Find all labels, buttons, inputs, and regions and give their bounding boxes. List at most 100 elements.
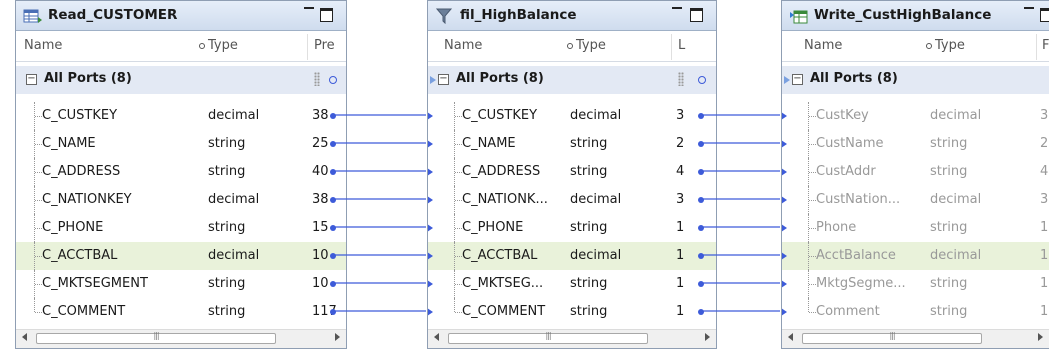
port-row[interactable]: CustKey decimal 3 [782,102,1049,130]
input-port-arrow-icon[interactable] [782,140,787,148]
minimize-button[interactable] [1024,7,1034,10]
maximize-button[interactable] [690,8,703,22]
output-port-dot-icon[interactable] [698,309,704,315]
scroll-left-icon[interactable] [22,333,27,341]
input-port-arrow-icon[interactable] [428,140,433,148]
input-port-arrow-icon[interactable] [428,308,433,316]
port-row[interactable]: CustAddr string 4 [782,158,1049,186]
output-port-dot-icon[interactable] [698,113,704,119]
port-row[interactable]: C_NAME string 25 [16,130,346,158]
collapse-icon[interactable]: − [26,74,37,85]
output-port-dot-icon[interactable] [698,141,704,147]
column-precision-header[interactable]: Pre [314,38,335,53]
port-row[interactable]: C_ACCTBAL decimal 1 [428,242,716,270]
group-port-icon[interactable] [329,76,337,84]
port-row[interactable]: C_COMMENT string 1 [428,298,716,326]
collapse-icon[interactable]: − [438,74,449,85]
output-port-dot-icon[interactable] [698,169,704,175]
input-port-arrow-icon[interactable] [428,112,433,120]
panel-fil-highbalance[interactable]: fil_HighBalance Name Type L − All Ports … [427,0,717,349]
port-row[interactable]: CustName string 2 [782,130,1049,158]
input-port-arrow-icon[interactable] [428,252,433,260]
all-ports-group[interactable]: − All Ports (8) [782,66,1049,94]
scroll-thumb[interactable] [448,333,648,344]
scroll-thumb[interactable] [36,333,276,344]
column-separator[interactable] [671,34,672,60]
input-port-arrow-icon[interactable] [782,308,787,316]
output-port-dot-icon[interactable] [330,141,336,147]
output-port-dot-icon[interactable] [330,197,336,203]
scroll-left-icon[interactable] [434,333,439,341]
column-name-header[interactable]: Name [804,38,842,53]
output-port-dot-icon[interactable] [698,225,704,231]
port-row[interactable]: C_MKTSEG... string 1 [428,270,716,298]
horizontal-scrollbar[interactable] [782,329,1049,348]
input-port-arrow-icon[interactable] [428,280,433,288]
all-ports-group[interactable]: − All Ports (8) [16,66,346,94]
input-port-arrow-icon[interactable] [782,112,787,120]
output-port-dot-icon[interactable] [698,253,704,259]
scroll-left-icon[interactable] [788,333,793,341]
scroll-right-icon[interactable] [1038,333,1043,341]
input-port-arrow-icon[interactable] [782,280,787,288]
maximize-button[interactable] [320,8,333,22]
port-row[interactable]: C_CUSTKEY decimal 3 [428,102,716,130]
output-port-dot-icon[interactable] [330,169,336,175]
column-length-header[interactable]: L [678,38,685,53]
input-port-arrow-icon[interactable] [782,252,787,260]
minimize-button[interactable] [304,7,314,10]
group-port-icon[interactable] [698,76,706,84]
port-row[interactable]: Phone string 1 [782,214,1049,242]
output-port-dot-icon[interactable] [698,281,704,287]
column-type-header[interactable]: Type [208,38,238,53]
column-type-header[interactable]: Type [935,38,965,53]
horizontal-scrollbar[interactable] [16,329,346,348]
drag-handle-icon[interactable] [678,72,684,86]
column-extra-header[interactable]: F [1042,38,1049,53]
output-port-dot-icon[interactable] [330,253,336,259]
panel-read-customer[interactable]: Read_CUSTOMER Name Type Pre − All Ports … [15,0,347,349]
input-port-arrow-icon[interactable] [782,196,787,204]
panel-header[interactable]: fil_HighBalance [428,1,716,31]
panel-write-custhighbalance[interactable]: Write_CustHighBalance Name Type F − All … [781,0,1049,349]
port-row[interactable]: C_PHONE string 1 [428,214,716,242]
port-row[interactable]: C_ACCTBAL decimal 10 [16,242,346,270]
minimize-button[interactable] [672,7,682,10]
port-row[interactable]: C_NATIONK... decimal 3 [428,186,716,214]
collapse-icon[interactable]: − [792,74,803,85]
port-row[interactable]: Comment string 1 [782,298,1049,326]
port-row[interactable]: AcctBalance decimal 1 [782,242,1049,270]
all-ports-group[interactable]: − All Ports (8) [428,66,716,94]
scroll-right-icon[interactable] [335,333,340,341]
port-row[interactable]: C_NAME string 2 [428,130,716,158]
port-row[interactable]: C_PHONE string 15 [16,214,346,242]
panel-header[interactable]: Write_CustHighBalance [782,1,1049,31]
column-name-header[interactable]: Name [24,38,62,53]
output-port-dot-icon[interactable] [330,309,336,315]
drag-handle-icon[interactable] [314,72,320,86]
port-row[interactable]: CustNation... decimal 3 [782,186,1049,214]
port-row[interactable]: C_COMMENT string 117 [16,298,346,326]
output-port-dot-icon[interactable] [330,281,336,287]
input-port-arrow-icon[interactable] [428,196,433,204]
input-port-arrow-icon[interactable] [782,168,787,176]
port-row[interactable]: C_ADDRESS string 4 [428,158,716,186]
scroll-right-icon[interactable] [705,333,710,341]
scroll-thumb[interactable] [802,333,982,344]
column-separator[interactable] [1036,34,1037,60]
port-row[interactable]: C_ADDRESS string 40 [16,158,346,186]
output-port-dot-icon[interactable] [330,113,336,119]
input-port-arrow-icon[interactable] [782,224,787,232]
column-type-header[interactable]: Type [576,38,606,53]
input-port-arrow-icon[interactable] [428,224,433,232]
maximize-button[interactable] [1040,8,1049,22]
port-row[interactable]: MktgSegme... string 1 [782,270,1049,298]
panel-header[interactable]: Read_CUSTOMER [16,1,346,31]
output-port-dot-icon[interactable] [330,225,336,231]
port-row[interactable]: C_NATIONKEY decimal 38 [16,186,346,214]
horizontal-scrollbar[interactable] [428,329,716,348]
port-row[interactable]: C_CUSTKEY decimal 38 [16,102,346,130]
column-separator[interactable] [307,34,308,60]
port-row[interactable]: C_MKTSEGMENT string 10 [16,270,346,298]
column-name-header[interactable]: Name [444,38,482,53]
